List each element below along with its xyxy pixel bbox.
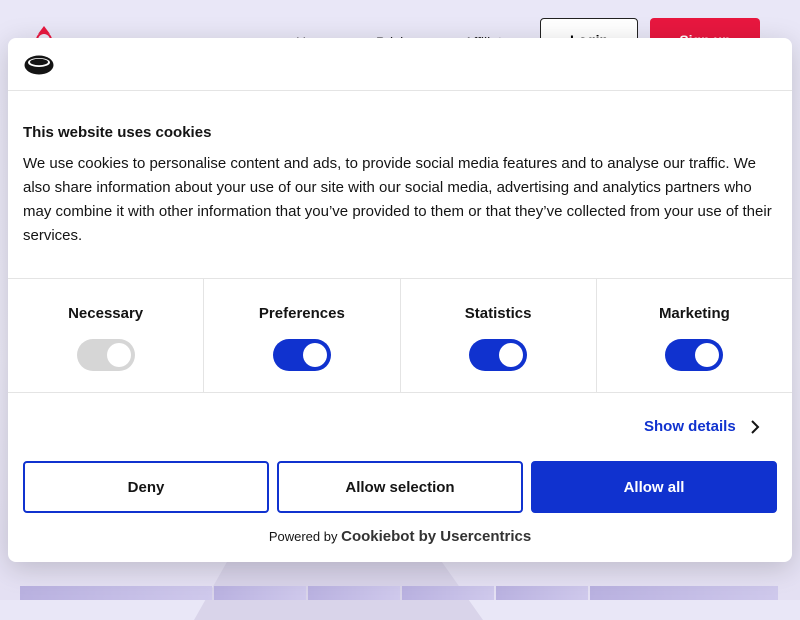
consent-categories: Necessary Preferences Statistics Marketi… xyxy=(8,278,792,393)
category-marketing: Marketing xyxy=(597,279,792,392)
consent-buttons: Deny Allow selection Allow all xyxy=(23,461,777,513)
dialog-title: This website uses cookies xyxy=(23,124,212,141)
powered-by-prefix: Powered by xyxy=(268,529,338,544)
category-label: Necessary xyxy=(68,305,144,322)
toggle-knob xyxy=(499,343,524,367)
deny-button[interactable]: Deny xyxy=(23,461,269,513)
feature-tiles xyxy=(20,586,780,600)
category-necessary: Necessary xyxy=(8,279,205,392)
feature-tile xyxy=(590,586,778,600)
dialog-description: We use cookies to personalise content an… xyxy=(23,155,772,244)
cookiebot-link[interactable]: Cookiebot by Usercentrics xyxy=(341,528,531,545)
feature-tile xyxy=(20,586,212,600)
toggle-knob xyxy=(106,343,131,367)
category-label: Marketing xyxy=(658,305,730,322)
category-preferences: Preferences xyxy=(204,279,401,392)
allow-all-button[interactable]: Allow all xyxy=(531,461,777,513)
feature-tile xyxy=(214,586,306,600)
feature-tile xyxy=(496,586,588,600)
allow-selection-button[interactable]: Allow selection xyxy=(277,461,523,513)
show-details-link[interactable]: Show details xyxy=(644,418,760,435)
toggle-knob xyxy=(302,343,327,367)
feature-tile xyxy=(308,586,400,600)
cookie-consent-dialog: This website uses cookies We use cookies… xyxy=(8,38,792,562)
preferences-toggle[interactable] xyxy=(272,339,331,371)
necessary-toggle xyxy=(76,339,135,371)
cookiebot-logo-icon xyxy=(24,55,54,75)
feature-tile xyxy=(402,586,494,600)
category-label: Statistics xyxy=(464,305,532,322)
dialog-header xyxy=(8,38,792,91)
toggle-knob xyxy=(695,343,720,367)
powered-by: Powered by Cookiebot by Usercentrics xyxy=(8,528,792,545)
category-statistics: Statistics xyxy=(401,279,597,392)
statistics-toggle[interactable] xyxy=(469,339,528,371)
marketing-toggle[interactable] xyxy=(665,339,724,371)
category-label: Preferences xyxy=(258,305,345,322)
show-details-label: Show details xyxy=(644,418,736,435)
chevron-right-icon xyxy=(750,419,760,434)
